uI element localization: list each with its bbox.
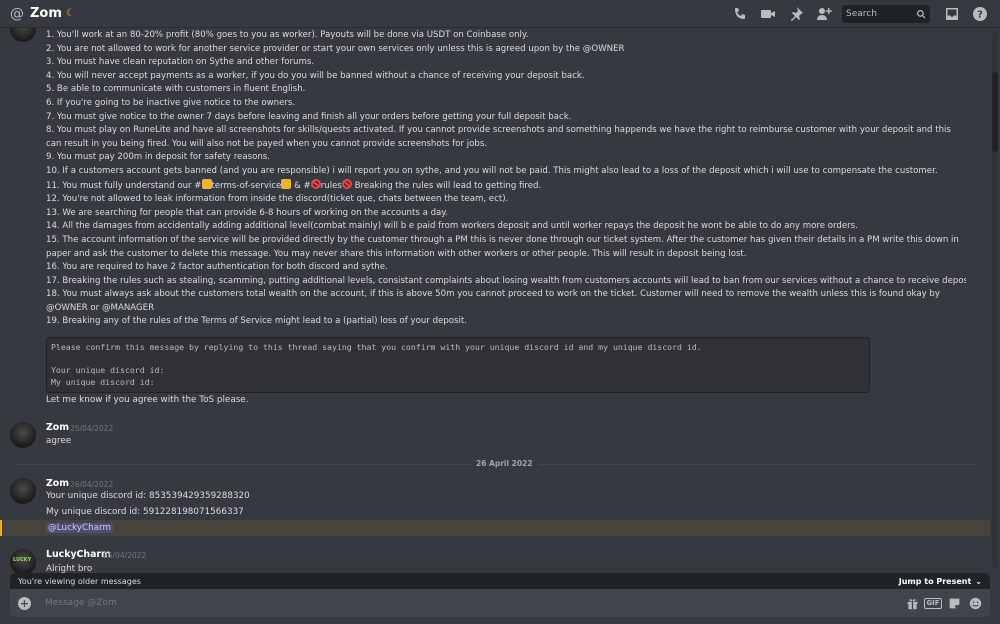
message-author[interactable]: LuckyCharm [46, 549, 111, 560]
message-timestamp: 26/04/2022 [70, 480, 114, 489]
rule-line: 13. We are searching for people that can… [46, 207, 448, 218]
message-text: Alright bro [46, 564, 93, 573]
date-divider-label: 26 April 2022 [470, 459, 539, 468]
avatar[interactable] [10, 422, 36, 448]
rule-line: 3. You must have clean reputation on Syt… [46, 57, 315, 68]
no-entry-emoji-icon [341, 178, 352, 189]
chevron-down-icon: ⌄ [975, 576, 982, 586]
message-composer: + GIF [10, 589, 990, 617]
sticker-icon[interactable] [947, 596, 961, 610]
at-sign-icon: @ [10, 5, 24, 22]
phone-icon[interactable] [728, 2, 752, 26]
channel-link-terms[interactable]: terms-of-service [212, 181, 282, 191]
scroll-emoji-icon [201, 178, 212, 189]
mention-highlight [0, 520, 990, 536]
rule-line: 4. You will never accept payments as a w… [46, 70, 585, 81]
channel-header: @ Zom ☾ ? [0, 0, 1000, 28]
rule-line: 10. If a customers account gets banned (… [46, 165, 938, 176]
message-text: Your unique discord id: 8535394293592883… [46, 491, 250, 501]
older-messages-text: You're viewing older messages [18, 576, 141, 586]
user-mention[interactable]: @LuckyCharm [46, 523, 114, 533]
message-timestamp: 26/04/2022 [103, 551, 147, 560]
search-bar[interactable] [842, 5, 930, 23]
channel-link-rules[interactable]: rules [321, 181, 342, 191]
svg-text:?: ? [977, 10, 983, 21]
add-attachment-icon[interactable]: + [18, 596, 31, 610]
message-text: Let me know if you agree with the ToS pl… [46, 395, 249, 405]
message-author[interactable]: Zom [46, 422, 69, 433]
avatar[interactable] [10, 478, 36, 504]
emoji-icon[interactable] [968, 596, 982, 610]
jump-to-present-button[interactable]: Jump to Present ⌄ [899, 577, 982, 586]
rule-line: 9. You must pay 200m in deposit for safe… [46, 152, 270, 163]
message-author[interactable]: Zom [46, 478, 69, 489]
message-input[interactable] [45, 598, 865, 608]
help-icon[interactable]: ? [968, 2, 992, 26]
message-list[interactable]: LUCKY 1. You'll work at an 80-20% profit… [0, 28, 990, 573]
pin-icon[interactable] [784, 2, 808, 26]
message-text: My unique discord id: 591228198071566337 [46, 507, 244, 517]
gift-icon[interactable] [905, 596, 919, 610]
rule-line: 8. You must play on RuneLite and have al… [46, 125, 951, 149]
video-icon[interactable] [756, 2, 780, 26]
scrollbar[interactable] [992, 32, 998, 568]
rule-line-11: 11. You must fully understand our # terms… [46, 178, 542, 191]
rule-line: 14. All the damages from accidentally ad… [46, 221, 858, 232]
avatar[interactable]: LUCKY [10, 549, 36, 573]
message-text: agree [46, 436, 72, 446]
rule-line: 5. Be able to communicate with customers… [46, 84, 306, 95]
rule-line: 2. You are not allowed to work for anoth… [46, 43, 625, 54]
older-messages-bar: You're viewing older messages Jump to Pr… [10, 573, 990, 589]
code-block: Please confirm this message by replying … [46, 337, 870, 393]
avatar[interactable]: LUCKY [10, 28, 36, 42]
search-icon [916, 9, 926, 19]
rule-line: 7. You must give notice to the owner 7 d… [46, 111, 572, 122]
rule-line: 15. The account information of the servi… [46, 234, 959, 259]
rule-line: 12. You're not allowed to leak informati… [46, 194, 509, 205]
message-timestamp: 25/04/2022 [70, 424, 114, 433]
channel-title: Zom [30, 6, 62, 21]
scroll-emoji-icon [281, 178, 292, 189]
inbox-icon[interactable] [940, 2, 964, 26]
rule-line: 18. You must always ask about the custom… [46, 289, 940, 313]
no-entry-emoji-icon [310, 178, 321, 189]
gif-icon[interactable]: GIF [924, 596, 942, 610]
search-input[interactable] [846, 9, 916, 19]
tos-message-body: 1. You'll work at an 80-20% profit (80% … [46, 29, 966, 329]
scrollbar-thumb[interactable] [992, 72, 998, 152]
status-emoji: ☾ [65, 8, 75, 19]
rule-line: 16. You are required to have 2 factor au… [46, 262, 388, 273]
add-member-icon[interactable] [812, 2, 836, 26]
rule-line: 6. If you're going to be inactive give n… [46, 97, 296, 108]
rule-line: 1. You'll work at an 80-20% profit (80% … [46, 30, 529, 40]
rule-line: 17. Breaking the rules such as stealing,… [46, 275, 966, 286]
rule-line: 19. Breaking any of the rules of the Ter… [46, 316, 468, 327]
